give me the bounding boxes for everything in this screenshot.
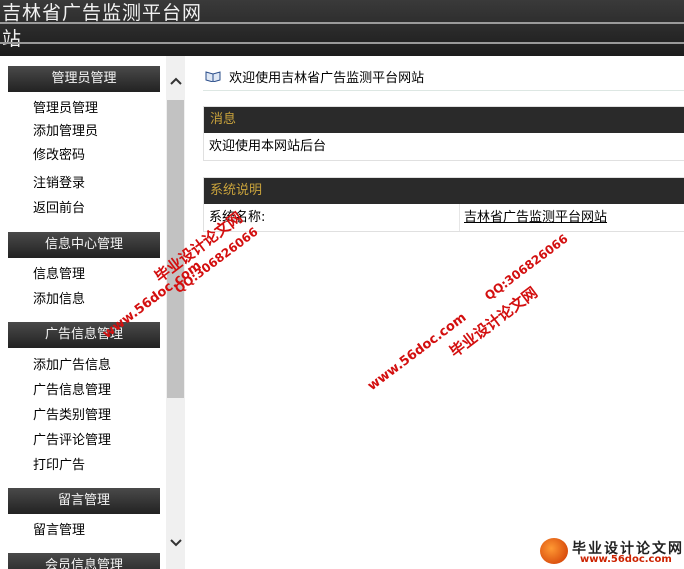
sidebar-item-change-password[interactable]: 修改密码 <box>33 147 85 165</box>
sidebar-item-add-admin[interactable]: 添加管理员 <box>33 123 98 141</box>
header-bar: 吉林省广告监测平台网站 <box>0 0 684 56</box>
sidebar-item-ad-manage[interactable]: 广告信息管理 <box>33 382 111 400</box>
welcome-banner: 欢迎使用吉林省广告监测平台网站 <box>205 70 424 88</box>
sidebar-item-message-manage[interactable]: 留言管理 <box>33 522 85 540</box>
messages-panel-body: 欢迎使用本网站后台 <box>209 139 327 154</box>
sidebar-section-members[interactable]: 会员信息管理 <box>8 553 160 569</box>
messages-panel-title: 消息 <box>204 107 684 133</box>
header-divider <box>0 42 684 44</box>
sidebar-item-ad-category[interactable]: 广告类别管理 <box>33 407 111 425</box>
logo-badge-icon <box>540 538 568 564</box>
system-name-label: 系统名称: <box>209 204 460 231</box>
book-icon <box>205 71 225 86</box>
sidebar-item-back-frontend[interactable]: 返回前台 <box>33 200 85 218</box>
scroll-down-icon[interactable] <box>166 534 185 553</box>
sidebar-item-print-ad[interactable]: 打印广告 <box>33 457 85 475</box>
sidebar-item-info-manage[interactable]: 信息管理 <box>33 266 85 284</box>
scroll-up-icon[interactable] <box>166 72 185 91</box>
sidebar-item-ad-comments[interactable]: 广告评论管理 <box>33 432 111 450</box>
system-panel-title: 系统说明 <box>204 178 684 204</box>
system-panel: 系统说明 系统名称: 吉林省广告监测平台网站 <box>203 177 684 232</box>
scroll-thumb[interactable] <box>167 100 184 398</box>
welcome-divider <box>203 90 684 91</box>
system-name-value[interactable]: 吉林省广告监测平台网站 <box>460 204 607 231</box>
messages-panel: 消息 欢迎使用本网站后台 <box>203 106 684 161</box>
sidebar-scrollbar[interactable] <box>166 56 185 569</box>
footer-site: www.56doc.com <box>580 554 672 565</box>
table-row: 系统名称: 吉林省广告监测平台网站 <box>204 204 684 231</box>
sidebar-item-logout[interactable]: 注销登录 <box>33 175 85 193</box>
sidebar-section-ad-info[interactable]: 广告信息管理 <box>8 322 160 348</box>
header-divider <box>0 22 684 24</box>
sidebar-section-admin[interactable]: 管理员管理 <box>8 66 160 92</box>
sidebar: 管理员管理 管理员管理 添加管理员 修改密码 注销登录 返回前台 信息中心管理 … <box>0 56 166 569</box>
sidebar-item-add-ad[interactable]: 添加广告信息 <box>33 357 111 375</box>
sidebar-section-info-center[interactable]: 信息中心管理 <box>8 232 160 258</box>
footer-logo: 毕业设计论文网 www.56doc.com <box>520 538 682 566</box>
sidebar-item-add-info[interactable]: 添加信息 <box>33 291 85 309</box>
sidebar-section-messages[interactable]: 留言管理 <box>8 488 160 514</box>
welcome-text: 欢迎使用吉林省广告监测平台网站 <box>229 71 425 86</box>
site-title: 吉林省广告监测平台网站 <box>2 2 203 50</box>
main-content: 欢迎使用吉林省广告监测平台网站 消息 欢迎使用本网站后台 系统说明 系统名称: … <box>185 56 684 569</box>
sidebar-item-admin-manage[interactable]: 管理员管理 <box>33 100 98 118</box>
